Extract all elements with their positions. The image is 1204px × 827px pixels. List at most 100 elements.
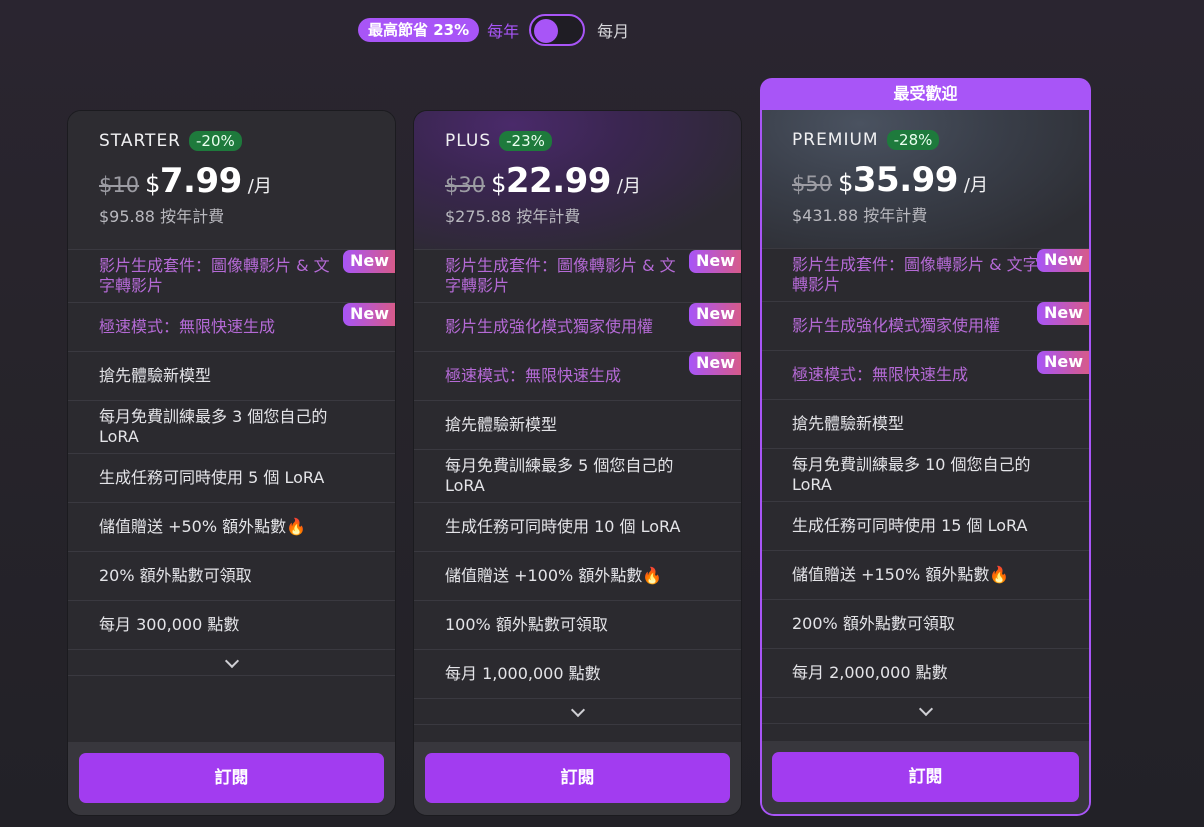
original-price: $50 — [792, 172, 833, 196]
monthly-label[interactable]: 每月 — [597, 18, 629, 42]
feature-text: 每月免費訓練最多 5 個您自己的 LoRA — [445, 456, 674, 495]
feature-item: 搶先體驗新模型 — [414, 401, 741, 450]
feature-text: 每月 300,000 點數 — [99, 615, 240, 634]
feature-text: 生成任務可同時使用 10 個 LoRA — [445, 517, 681, 536]
feature-item: 儲值贈送 +100% 額外點數 🔥 — [414, 552, 741, 601]
current-price: $35.99 — [838, 160, 958, 200]
plan-footer: 訂閱 — [68, 742, 395, 815]
expand-features-button[interactable] — [414, 699, 741, 725]
feature-item: 影片生成套件：圖像轉影片 & 文字轉影片 New — [762, 249, 1089, 302]
feature-list: 影片生成套件：圖像轉影片 & 文字轉影片 New 影片生成強化模式獨家使用權 New 極… — [414, 250, 741, 725]
new-badge: New — [342, 303, 395, 326]
feature-text: 影片生成套件：圖像轉影片 & 文字轉影片 — [445, 256, 676, 295]
current-price: $22.99 — [491, 161, 611, 201]
tier-row: PLUS -23% — [445, 129, 741, 153]
plan-card-premium: PREMIUM -28% $50 $35.99/月 $431.88 按年計費 影片生成套件… — [760, 110, 1091, 816]
price-row: $10 $7.99/月 — [99, 161, 395, 201]
feature-item: 極速模式：無限快速生成 New — [762, 351, 1089, 400]
feature-item: 每月 2,000,000 點數 — [762, 649, 1089, 698]
feature-item: 影片生成強化模式獨家使用權 New — [414, 303, 741, 352]
feature-text: 極速模式：無限快速生成 — [99, 317, 276, 336]
billing-toggle-row: 最高節省 23% 每年 每月 — [358, 13, 629, 47]
feature-item: 影片生成套件：圖像轉影片 & 文字轉影片 New — [68, 250, 395, 303]
original-price: $10 — [99, 173, 140, 197]
subscribe-button[interactable]: 訂閱 — [79, 753, 384, 803]
feature-item: 200% 額外點數可領取 — [762, 600, 1089, 649]
billing-switch[interactable] — [529, 14, 586, 46]
feature-text: 極速模式：無限快速生成 — [792, 365, 969, 384]
price-amount: 7.99 — [159, 161, 242, 201]
new-badge: New — [688, 352, 741, 375]
feature-item: 每月 1,000,000 點數 — [414, 650, 741, 699]
flame-icon: 🔥 — [286, 517, 307, 536]
feature-text: 極速模式：無限快速生成 — [445, 366, 622, 385]
feature-item: 100% 額外點數可領取 — [414, 601, 741, 650]
price-row: $50 $35.99/月 — [792, 160, 1089, 200]
new-badge: New — [688, 250, 741, 273]
feature-item: 影片生成強化模式獨家使用權 New — [762, 302, 1089, 351]
yearly-label[interactable]: 每年 — [487, 18, 519, 42]
feature-text: 每月 2,000,000 點數 — [792, 663, 948, 682]
tier-row: STARTER -20% — [99, 129, 395, 153]
price-amount: 22.99 — [505, 161, 612, 201]
yearly-total: $95.88 按年計費 — [99, 207, 225, 226]
new-badge: New — [342, 250, 395, 273]
feature-text: 20% 額外點數可領取 — [99, 566, 252, 585]
feature-text: 影片生成套件：圖像轉影片 & 文字轉影片 — [792, 255, 1039, 294]
subscribe-button[interactable]: 訂閱 — [772, 752, 1079, 802]
subscribe-button[interactable]: 訂閱 — [425, 753, 730, 803]
feature-item: 每月免費訓練最多 5 個您自己的 LoRA — [414, 450, 741, 503]
currency-symbol: $ — [491, 170, 506, 198]
tier-row: PREMIUM -28% — [792, 128, 1089, 152]
feature-text: 影片生成強化模式獨家使用權 — [445, 317, 654, 336]
feature-text: 搶先體驗新模型 — [445, 415, 558, 434]
feature-text: 生成任務可同時使用 5 個 LoRA — [99, 468, 325, 487]
feature-text: 每月免費訓練最多 10 個您自己的 LoRA — [792, 455, 1031, 494]
feature-item: 每月免費訓練最多 3 個您自己的 LoRA — [68, 401, 395, 454]
new-badge: New — [1036, 249, 1089, 272]
new-badge: New — [1036, 351, 1089, 374]
feature-item: 生成任務可同時使用 15 個 LoRA — [762, 502, 1089, 551]
new-badge: New — [1036, 302, 1089, 325]
expand-features-button[interactable] — [762, 698, 1089, 724]
expand-features-button[interactable] — [68, 650, 395, 676]
discount-badge: -23% — [499, 131, 552, 151]
feature-list: 影片生成套件：圖像轉影片 & 文字轉影片 New 極速模式：無限快速生成 New 搶先體… — [68, 250, 395, 676]
feature-item: 儲值贈送 +50% 額外點數 🔥 — [68, 503, 395, 552]
feature-text: 影片生成套件：圖像轉影片 & 文字轉影片 — [99, 256, 330, 295]
price-period: /月 — [247, 176, 272, 197]
feature-item: 儲值贈送 +150% 額外點數 🔥 — [762, 551, 1089, 600]
price-row: $30 $22.99/月 — [445, 161, 741, 201]
feature-text: 生成任務可同時使用 15 個 LoRA — [792, 516, 1028, 535]
plan-footer: 訂閱 — [414, 742, 741, 815]
original-price: $30 — [445, 173, 486, 197]
plan-footer: 訂閱 — [762, 741, 1089, 814]
feature-item: 生成任務可同時使用 10 個 LoRA — [414, 503, 741, 552]
feature-text: 每月免費訓練最多 3 個您自己的 LoRA — [99, 407, 328, 446]
feature-item: 每月 300,000 點數 — [68, 601, 395, 650]
tier-name: STARTER — [99, 131, 181, 151]
feature-list: 影片生成套件：圖像轉影片 & 文字轉影片 New 影片生成強化模式獨家使用權 New 極… — [762, 249, 1089, 724]
feature-item: 搶先體驗新模型 — [762, 400, 1089, 449]
feature-item: 20% 額外點數可領取 — [68, 552, 395, 601]
feature-text: 搶先體驗新模型 — [99, 366, 212, 385]
feature-text: 儲值贈送 +100% 額外點數 — [445, 566, 643, 585]
price-period: /月 — [616, 176, 641, 197]
price-period: /月 — [963, 175, 988, 196]
feature-item: 搶先體驗新模型 — [68, 352, 395, 401]
feature-text: 100% 額外點數可領取 — [445, 615, 608, 634]
feature-item: 極速模式：無限快速生成 New — [68, 303, 395, 352]
tier-name: PLUS — [445, 131, 492, 151]
price-amount: 35.99 — [852, 160, 959, 200]
current-price: $7.99 — [145, 161, 242, 201]
feature-text: 每月 1,000,000 點數 — [445, 664, 601, 683]
plan-card-starter: STARTER -20% $10 $7.99/月 $95.88 按年計費影片生成套件：圖… — [67, 110, 396, 816]
currency-symbol: $ — [145, 170, 160, 198]
currency-symbol: $ — [838, 169, 853, 197]
discount-badge: -28% — [886, 130, 940, 150]
switch-knob — [534, 19, 559, 43]
yearly-total: $275.88 按年計費 — [445, 207, 581, 226]
save-badge: 最高節省 23% — [358, 18, 480, 42]
chevron-down-icon — [224, 653, 239, 668]
flame-icon: 🔥 — [642, 566, 663, 585]
